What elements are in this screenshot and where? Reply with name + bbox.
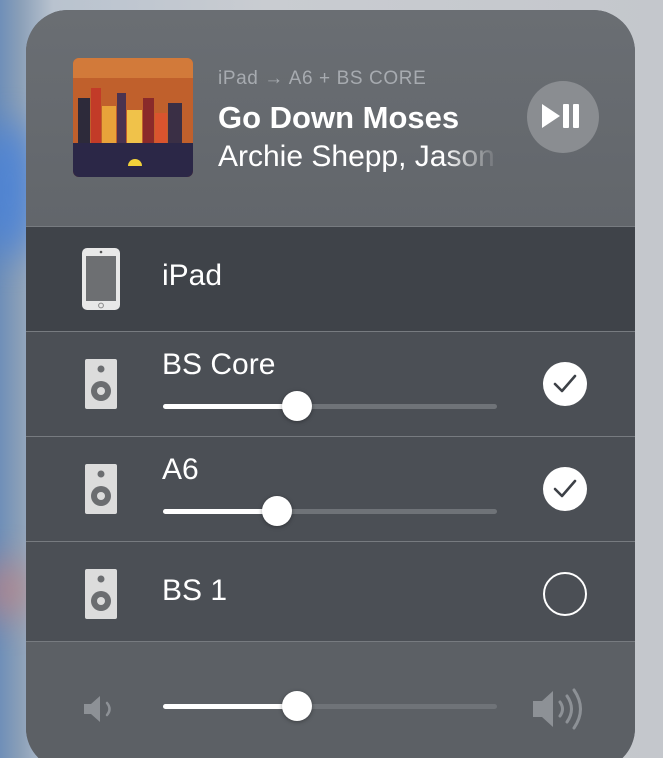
volume-low-icon	[84, 696, 111, 722]
now-playing-header: iPad → A6 + BS CORE Go Down Moses Archie…	[26, 10, 635, 226]
device-name: A6	[162, 453, 199, 486]
device-name: BS Core	[162, 348, 276, 381]
volume-fill	[163, 704, 297, 709]
select-checkbox[interactable]	[543, 467, 587, 511]
audio-output-panel: iPad → A6 + BS CORE Go Down Moses Archie…	[26, 10, 635, 758]
device-name: BS 1	[162, 574, 228, 607]
device-name: iPad	[162, 259, 223, 292]
ipad-icon	[82, 248, 120, 310]
play-pause-icon	[542, 104, 579, 128]
volume-high-icon	[533, 688, 582, 730]
device-volume-slider[interactable]	[163, 496, 497, 526]
volume-knob[interactable]	[262, 496, 292, 526]
play-pause-button[interactable]	[527, 81, 599, 153]
device-row-ipad[interactable]: iPad	[26, 226, 635, 331]
artist-name: Archie Shepp, Jason Moran	[218, 140, 500, 173]
select-checkbox[interactable]	[543, 572, 587, 616]
speaker-icon	[85, 569, 117, 619]
device-row-bs-1[interactable]: BS 1	[26, 541, 635, 646]
select-checkbox[interactable]	[543, 362, 587, 406]
device-row-a6[interactable]: A6	[26, 436, 635, 541]
volume-knob[interactable]	[282, 391, 312, 421]
master-volume-bar	[26, 641, 635, 758]
speaker-icon	[85, 464, 117, 514]
speaker-icon	[85, 359, 117, 409]
output-route-label: iPad → A6 + BS CORE	[218, 68, 427, 89]
album-art	[73, 58, 193, 177]
checkmark-icon	[553, 479, 577, 498]
volume-knob[interactable]	[282, 691, 312, 721]
master-volume-slider[interactable]	[163, 691, 497, 721]
device-row-bs-core[interactable]: BS Core	[26, 331, 635, 436]
device-volume-slider[interactable]	[163, 391, 497, 421]
volume-fill	[163, 404, 297, 409]
song-title: Go Down Moses	[218, 100, 460, 135]
volume-fill	[163, 509, 277, 514]
checkmark-icon	[553, 374, 577, 393]
